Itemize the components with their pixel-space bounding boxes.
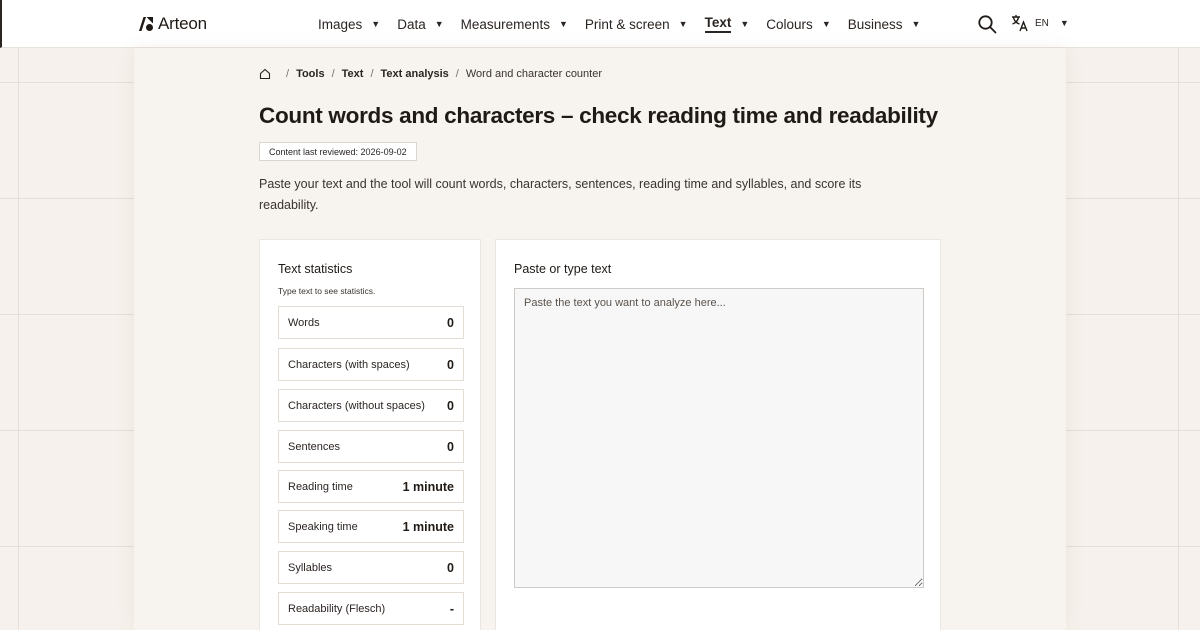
review-date-badge: Content last reviewed: 2026-09-02 — [259, 142, 417, 161]
nav-item-colours[interactable]: Colours ▼ — [766, 0, 830, 48]
caret-down-icon: ▼ — [740, 19, 750, 29]
breadcrumb-link-text-analysis[interactable]: Text analysis — [381, 68, 449, 80]
main-content: / Tools / Text / Text analysis / Word an… — [134, 48, 1066, 630]
stat-value: 0 — [447, 560, 454, 575]
breadcrumb-separator: / — [331, 68, 335, 80]
stat-value: - — [449, 601, 454, 616]
nav-label: Images — [318, 16, 363, 32]
stat-label: Readability (Flesch) — [288, 602, 386, 615]
nav-label: Data — [397, 16, 426, 32]
breadcrumb: / Tools / Text / Text analysis / Word an… — [259, 68, 602, 80]
main-navigation: Images ▼ Data ▼ Measurements ▼ Print & s… — [318, 0, 937, 48]
stat-label: Characters (without spaces) — [288, 399, 425, 412]
nav-label: Measurements — [460, 16, 550, 32]
stat-label: Characters (with spaces) — [288, 358, 410, 371]
stat-label: Syllables — [288, 561, 333, 574]
breadcrumb-separator: / — [286, 68, 290, 80]
breadcrumb-link-tools[interactable]: Tools — [296, 68, 325, 80]
stat-label: Words — [288, 316, 320, 329]
caret-down-icon: ▼ — [558, 19, 568, 29]
page-intro: Paste your text and the tool will count … — [259, 177, 862, 212]
home-icon[interactable] — [259, 68, 271, 80]
stat-speaking-time: Speaking time 1 minute — [278, 510, 464, 543]
search-icon[interactable] — [977, 14, 997, 34]
caret-down-icon: ▼ — [678, 19, 688, 29]
stats-title: Text statistics — [278, 262, 353, 276]
stat-value: 1 minute — [402, 479, 454, 494]
language-label: EN — [1035, 17, 1049, 29]
translate-icon — [1012, 15, 1028, 32]
stat-syllables: Syllables 0 — [278, 551, 464, 584]
language-selector[interactable]: EN ▼ — [1011, 14, 1069, 32]
nav-label: Colours — [766, 16, 813, 32]
nav-item-text[interactable]: Text ▼ — [704, 0, 750, 48]
stat-value: 0 — [447, 315, 454, 330]
stat-value: 0 — [447, 439, 454, 454]
caret-down-icon: ▼ — [434, 19, 444, 29]
stat-characters-with-spaces: Characters (with spaces) 0 — [278, 348, 464, 381]
arteon-logo-icon — [139, 17, 153, 31]
nav-item-measurements[interactable]: Measurements ▼ — [461, 0, 568, 48]
brand-logo[interactable]: Arteon — [138, 14, 207, 34]
text-input-card: Paste or type text — [495, 239, 941, 630]
page-title: Count words and characters – check readi… — [259, 103, 938, 128]
stat-value: 0 — [447, 357, 454, 372]
nav-item-data[interactable]: Data ▼ — [397, 0, 443, 48]
caret-down-icon: ▼ — [1059, 18, 1069, 28]
stat-reading-time: Reading time 1 minute — [278, 470, 464, 503]
caret-down-icon: ▼ — [371, 19, 381, 29]
brand-name: Arteon — [158, 14, 207, 33]
stat-value: 0 — [447, 398, 454, 413]
stat-characters-without-spaces: Characters (without spaces) 0 — [278, 389, 464, 422]
nav-label: Print & screen — [584, 16, 670, 32]
nav-label: Business — [847, 16, 903, 32]
nav-item-print-screen[interactable]: Print & screen ▼ — [585, 0, 688, 48]
breadcrumb-current: Word and character counter — [465, 68, 603, 80]
breadcrumb-link-text[interactable]: Text — [342, 68, 364, 80]
caret-down-icon: ▼ — [911, 19, 921, 29]
caret-down-icon: ▼ — [821, 19, 831, 29]
nav-label: Text — [704, 15, 732, 33]
stat-readability-flesch: Readability (Flesch) - — [278, 592, 464, 625]
stat-label: Sentences — [288, 440, 340, 453]
top-navigation-bar: Arteon Images ▼ Data ▼ Measurements ▼ Pr… — [0, 0, 1200, 48]
text-statistics-card: Text statistics Type text to see statist… — [259, 239, 481, 630]
nav-item-images[interactable]: Images ▼ — [318, 0, 380, 48]
input-title: Paste or type text — [514, 262, 612, 276]
breadcrumb-separator: / — [370, 68, 374, 80]
stat-label: Speaking time — [288, 520, 358, 533]
stat-value: 1 minute — [402, 519, 454, 534]
stat-words: Words 0 — [278, 306, 464, 339]
stat-label: Reading time — [288, 480, 353, 493]
text-input-area[interactable] — [514, 288, 924, 588]
stat-sentences: Sentences 0 — [278, 430, 464, 463]
breadcrumb-separator: / — [455, 68, 459, 80]
nav-item-business[interactable]: Business ▼ — [848, 0, 921, 48]
stats-hint: Type text to see statistics. — [278, 286, 376, 296]
